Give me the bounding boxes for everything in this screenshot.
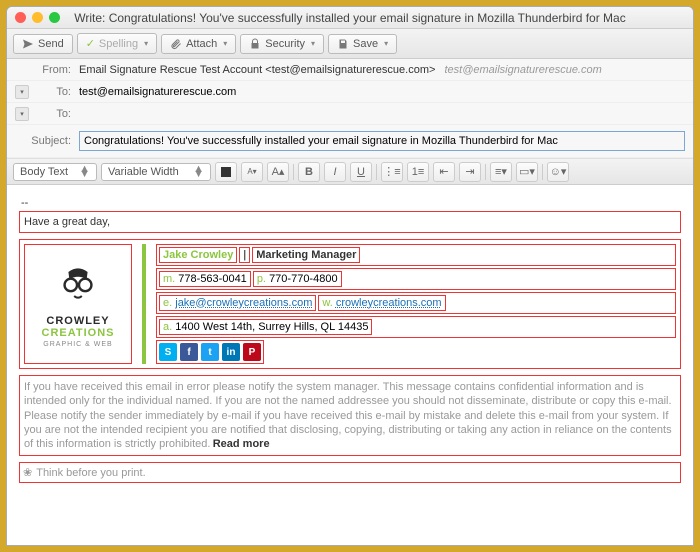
pinterest-icon[interactable]: P (243, 343, 261, 361)
skype-icon[interactable]: S (159, 343, 177, 361)
insert-button[interactable]: ▭▾ (516, 162, 538, 182)
outdent-button[interactable]: ⇤ (433, 162, 455, 182)
to2-input[interactable] (79, 108, 685, 120)
italic-button[interactable]: I (324, 162, 346, 182)
logo-cell: CROWLEY CREATIONS GRAPHIC & WEB (24, 244, 132, 364)
underline-button[interactable]: U (350, 162, 372, 182)
headers-section: From: Email Signature Rescue Test Accoun… (7, 59, 693, 159)
social-row: S f t in P (156, 340, 264, 364)
from-label: From: (15, 64, 79, 76)
emoji-button[interactable]: ☺▾ (547, 162, 569, 182)
sig-phone: 770-770-4800 (269, 273, 338, 285)
sig-name: Jake Crowley (159, 247, 237, 263)
read-more-link[interactable]: Read more (213, 438, 270, 450)
sig-website[interactable]: crowleycreations.com (336, 297, 442, 309)
spelling-button[interactable]: ✓Spelling▾ (77, 33, 157, 54)
attach-button[interactable]: Attach▾ (161, 34, 236, 54)
main-toolbar: Send ✓Spelling▾ Attach▾ Security▾ Save▾ (7, 29, 693, 59)
linkedin-icon[interactable]: in (222, 343, 240, 361)
bold-button[interactable]: B (298, 162, 320, 182)
to-row: ▾ To: (7, 81, 693, 103)
indent-button[interactable]: ⇥ (459, 162, 481, 182)
font-size-up-button[interactable]: A▴ (267, 162, 289, 182)
sig-title: Marketing Manager (252, 247, 360, 263)
save-button[interactable]: Save▾ (328, 34, 397, 54)
brand-line1: CROWLEY (46, 315, 109, 327)
titlebar: Write: Congratulations! You've successfu… (7, 7, 693, 29)
font-size-down-button[interactable]: A▾ (241, 162, 263, 182)
sig-mobile: 778-563-0041 (178, 273, 247, 285)
font-select[interactable]: Variable Width▲▼ (101, 163, 211, 181)
lock-icon (249, 38, 261, 50)
disclaimer-block: If you have received this email in error… (19, 375, 681, 456)
accent-bar (142, 244, 146, 364)
sig-address: 1400 West 14th, Surrey Hills, QL 14435 (175, 321, 368, 333)
subject-input[interactable] (79, 131, 685, 151)
subject-row: Subject: (7, 125, 693, 158)
message-body[interactable]: -- Have a great day, CROWLEY CREATIONS G… (7, 185, 693, 533)
to2-row: ▾ To: (7, 103, 693, 125)
to-input[interactable] (79, 86, 685, 98)
window-title: Write: Congratulations! You've successfu… (7, 11, 693, 25)
paperclip-icon (170, 38, 182, 50)
number-list-button[interactable]: 1≡ (407, 162, 429, 182)
compose-window: Write: Congratulations! You've successfu… (6, 6, 694, 546)
brand-tagline: GRAPHIC & WEB (43, 341, 112, 348)
twitter-icon[interactable]: t (201, 343, 219, 361)
logo-icon (54, 260, 102, 311)
brand-line2: CREATIONS (42, 327, 115, 339)
eco-footer: ❀ Think before you print. (19, 462, 681, 483)
to-label: To: (35, 86, 79, 98)
leaf-icon: ❀ (23, 466, 32, 479)
facebook-icon[interactable]: f (180, 343, 198, 361)
greeting-text: Have a great day, (22, 214, 678, 230)
field-chevron-icon[interactable]: ▾ (15, 85, 29, 99)
bullet-list-button[interactable]: ⋮≡ (381, 162, 403, 182)
paragraph-select[interactable]: Body Text▲▼ (13, 163, 97, 181)
signature-separator: -- (19, 195, 681, 211)
save-icon (337, 38, 349, 50)
from-row: From: Email Signature Rescue Test Accoun… (7, 59, 693, 81)
greeting-block: Have a great day, (19, 211, 681, 233)
from-value[interactable]: Email Signature Rescue Test Account <tes… (79, 64, 685, 76)
align-button[interactable]: ≡▾ (490, 162, 512, 182)
field-chevron-icon[interactable]: ▾ (15, 107, 29, 121)
signature-block: CROWLEY CREATIONS GRAPHIC & WEB Jake Cro… (19, 239, 681, 369)
send-button[interactable]: Send (13, 34, 73, 54)
subject-label: Subject: (15, 135, 79, 147)
info-column: Jake Crowley | Marketing Manager m. 778-… (156, 244, 676, 364)
send-icon (22, 38, 34, 50)
security-button[interactable]: Security▾ (240, 34, 324, 54)
to2-label: To: (35, 108, 79, 120)
format-toolbar: Body Text▲▼ Variable Width▲▼ A▾ A▴ B I U… (7, 159, 693, 185)
color-button[interactable] (215, 162, 237, 182)
sig-email[interactable]: jake@crowleycreations.com (175, 297, 312, 309)
